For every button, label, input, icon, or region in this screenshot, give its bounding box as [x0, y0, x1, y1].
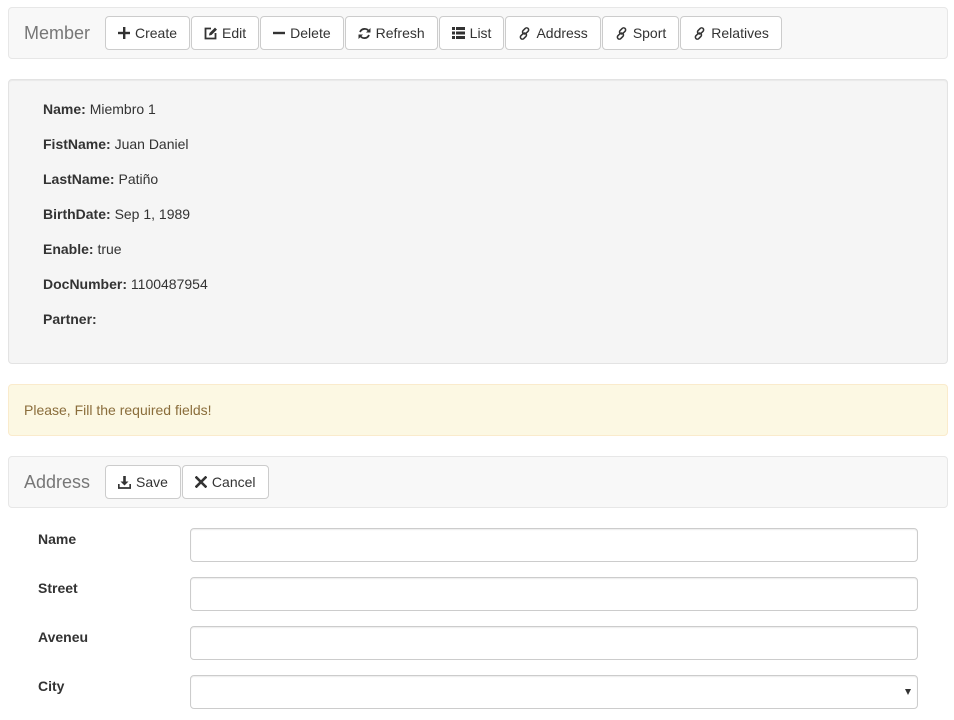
alert-message: Please, Fill the required fields!	[24, 402, 212, 418]
form-row-street: Street	[38, 577, 918, 611]
refresh-button[interactable]: Refresh	[344, 16, 438, 50]
refresh-icon	[358, 27, 371, 40]
street-input[interactable]	[190, 577, 918, 611]
create-button-label: Create	[135, 25, 178, 41]
name-input[interactable]	[190, 528, 918, 562]
relatives-link-button-label: Relatives	[711, 25, 769, 41]
detail-label: Name:	[43, 101, 86, 117]
address-toolbar: Address Save Cancel	[8, 456, 948, 508]
detail-row-enable: Enable: true	[43, 240, 947, 275]
address-button-group: Save Cancel	[105, 465, 270, 499]
detail-row-birthdate: BirthDate: Sep 1, 1989	[43, 205, 947, 240]
detail-value: true	[97, 241, 122, 257]
member-details-panel: Name: Miembro 1 FistName: Juan Daniel La…	[8, 79, 948, 364]
detail-value: Patiño	[118, 171, 159, 187]
sport-link-button[interactable]: Sport	[601, 16, 680, 50]
close-icon	[194, 476, 207, 488]
list-button[interactable]: List	[438, 16, 505, 50]
detail-label: LastName:	[43, 171, 115, 187]
detail-row-partner: Partner:	[43, 310, 947, 345]
relatives-link-button[interactable]: Relatives	[680, 16, 782, 50]
detail-label: Partner:	[43, 311, 97, 327]
city-select[interactable]	[190, 675, 918, 709]
save-button[interactable]: Save	[105, 465, 181, 499]
edit-button-label: Edit	[222, 25, 247, 41]
name-label: Name	[38, 531, 77, 547]
delete-button-label: Delete	[290, 25, 331, 41]
edit-button[interactable]: Edit	[191, 16, 260, 50]
edit-icon	[204, 27, 218, 40]
aveneu-label: Aveneu	[38, 629, 89, 645]
form-row-city: City	[38, 675, 918, 709]
form-row-aveneu: Aveneu	[38, 626, 918, 660]
member-toolbar: Member Create Edit Delete Refresh List A…	[8, 7, 948, 59]
member-brand: Member	[24, 23, 91, 43]
plus-icon	[118, 27, 130, 39]
detail-row-lastname: LastName: Patiño	[43, 170, 947, 205]
detail-label: DocNumber:	[43, 276, 128, 292]
list-icon	[451, 27, 465, 39]
sport-link-button-label: Sport	[632, 25, 667, 41]
detail-value: Sep 1, 1989	[114, 206, 191, 222]
detail-value: 1100487954	[130, 276, 208, 292]
link-icon	[518, 26, 531, 40]
refresh-button-label: Refresh	[375, 25, 425, 41]
street-label: Street	[38, 580, 78, 596]
aveneu-input[interactable]	[190, 626, 918, 660]
caret-down-icon	[905, 689, 911, 695]
required-fields-alert: Please, Fill the required fields!	[8, 384, 948, 436]
save-button-label: Save	[136, 474, 168, 490]
download-icon	[118, 475, 131, 489]
member-button-group: Create Edit Delete Refresh List Address …	[105, 16, 783, 50]
city-label: City	[38, 678, 65, 694]
form-row-name: Name	[38, 528, 918, 562]
detail-label: BirthDate:	[43, 206, 111, 222]
detail-value: Miembro 1	[89, 101, 156, 117]
cancel-button[interactable]: Cancel	[181, 465, 269, 499]
list-button-label: List	[469, 25, 492, 41]
minus-icon	[273, 27, 286, 39]
detail-label: FistName:	[43, 136, 111, 152]
detail-row-name: Name: Miembro 1	[43, 100, 947, 135]
cancel-button-label: Cancel	[211, 474, 256, 490]
detail-value: Juan Daniel	[114, 136, 189, 152]
detail-row-docnumber: DocNumber: 1100487954	[43, 275, 947, 310]
delete-button[interactable]: Delete	[260, 16, 344, 50]
address-link-button[interactable]: Address	[505, 16, 601, 50]
address-brand: Address	[24, 472, 91, 492]
link-icon	[693, 26, 706, 40]
create-button[interactable]: Create	[105, 16, 191, 50]
detail-label: Enable:	[43, 241, 94, 257]
detail-row-firstname: FistName: Juan Daniel	[43, 135, 947, 170]
link-icon	[615, 26, 628, 40]
address-link-button-label: Address	[536, 25, 588, 41]
